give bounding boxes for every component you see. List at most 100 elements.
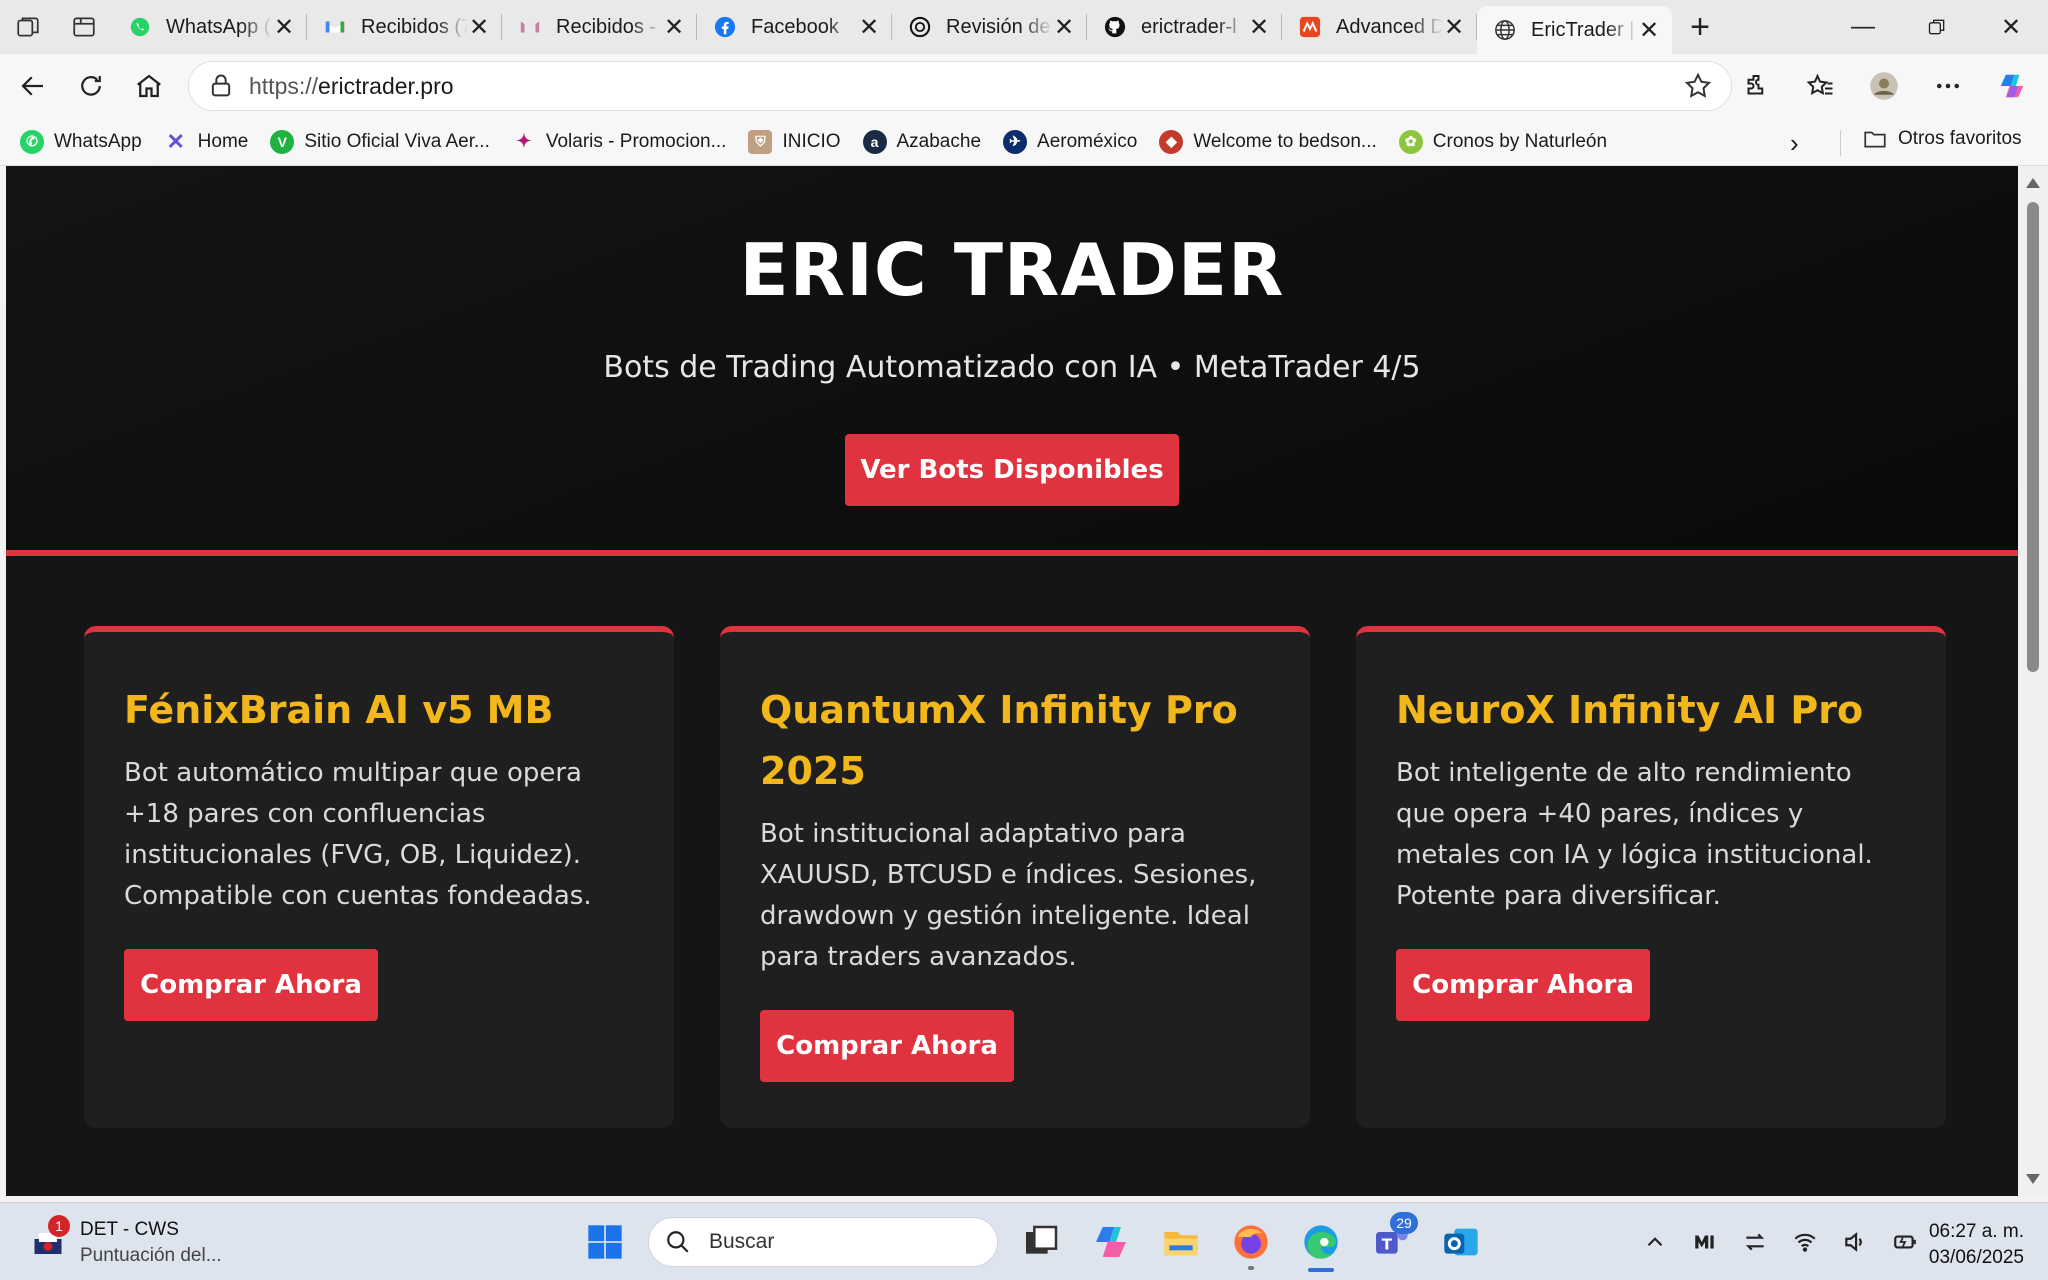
scrollbar-thumb[interactable]	[2027, 202, 2039, 672]
close-tab-icon[interactable]: ✕	[663, 14, 685, 41]
bookmarks-bar: ✆ WhatsApp ✕ Home V Sitio Oficial Viva Aer.…	[0, 118, 2048, 166]
battery-icon[interactable]	[1880, 1219, 1930, 1265]
teams-icon[interactable]: T 29	[1360, 1212, 1422, 1272]
close-window-icon[interactable]: ✕	[1974, 0, 2048, 54]
system-tray	[1630, 1219, 1930, 1265]
notification-title: DET - CWS	[80, 1219, 179, 1240]
copilot-app-icon[interactable]	[1080, 1212, 1142, 1272]
other-favorites-label: Otros favoritos	[1898, 128, 2022, 149]
minimize-icon[interactable]: —	[1826, 0, 1900, 54]
tab-advanced[interactable]: Advanced D ✕	[1282, 0, 1477, 54]
tab-title: Recibidos (7	[361, 15, 468, 38]
search-placeholder: Buscar	[709, 1230, 775, 1253]
tab-whatsapp[interactable]: WhatsApp ( ✕	[112, 0, 307, 54]
product-cards: FénixBrain AI v5 MB Bot automático multi…	[84, 626, 1946, 1128]
web-page: ERIC TRADER Bots de Trading Automatizado…	[6, 166, 2018, 1196]
windows-start-icon[interactable]	[574, 1212, 636, 1272]
bookmark-home[interactable]: ✕ Home	[164, 129, 249, 154]
site-subtitle: Bots de Trading Automatizado con IA • Me…	[603, 350, 1421, 385]
address-bar[interactable]: https://erictrader.pro	[188, 61, 1732, 111]
workspaces-icon[interactable]	[0, 0, 56, 54]
close-tab-icon[interactable]: ✕	[1443, 14, 1465, 41]
scroll-down-icon[interactable]	[2026, 1174, 2040, 1184]
profile-avatar[interactable]	[1852, 57, 1916, 115]
more-options-icon[interactable]	[1916, 57, 1980, 115]
tab-facebook[interactable]: Facebook ✕	[697, 0, 892, 54]
bookmark-label: Home	[197, 130, 249, 152]
chevron-up-icon[interactable]	[1630, 1219, 1680, 1265]
site-title: ERIC TRADER	[739, 228, 1285, 312]
url-host: erictrader.pro	[318, 72, 454, 99]
firefox-icon[interactable]	[1220, 1212, 1282, 1272]
view-bots-button[interactable]: Ver Bots Disponibles	[845, 434, 1179, 506]
restore-icon[interactable]	[1900, 0, 1974, 54]
buy-now-button[interactable]: Comprar Ahora	[1396, 949, 1650, 1021]
whatsapp-icon: ✆	[20, 129, 44, 154]
taskbar-search-input[interactable]: Buscar	[648, 1217, 998, 1267]
favorite-star-icon[interactable]	[1683, 71, 1713, 101]
close-tab-icon[interactable]: ✕	[468, 14, 490, 41]
bookmark-label: Welcome to bedson...	[1193, 130, 1377, 152]
sports-icon: 1	[30, 1215, 70, 1263]
tab-github[interactable]: erictrader-l ✕	[1087, 0, 1282, 54]
outlook-icon[interactable]	[1430, 1212, 1492, 1272]
tab-title: Revisión de	[946, 15, 1051, 38]
clock-time: 06:27 a. m.	[1928, 1221, 2024, 1242]
url-text[interactable]: https://erictrader.pro	[249, 73, 1683, 100]
window-controls: — ✕	[1826, 0, 2048, 54]
bookmark-whatsapp[interactable]: ✆ WhatsApp	[20, 129, 142, 154]
wifi-icon[interactable]	[1780, 1219, 1830, 1265]
close-tab-icon[interactable]: ✕	[273, 14, 295, 41]
url-protocol: https://	[249, 72, 319, 99]
buy-now-button[interactable]: Comprar Ahora	[760, 1010, 1014, 1082]
tab-title: EricTrader |	[1531, 18, 1635, 41]
product-title: QuantumX Infinity Pro 2025	[760, 688, 1238, 793]
tab-openai[interactable]: Revisión de ✕	[892, 0, 1087, 54]
product-title: NeuroX Infinity AI Pro	[1396, 688, 1864, 732]
chevron-right-icon[interactable]: ›	[1790, 128, 1799, 159]
svg-text:T: T	[1382, 1236, 1393, 1254]
folder-icon	[1864, 131, 1886, 148]
toolbar-right	[1724, 57, 2048, 115]
bookmark-cronos[interactable]: ✿ Cronos by Naturleón	[1398, 129, 1607, 154]
tab-erictrader[interactable]: EricTrader | ✕	[1477, 6, 1672, 54]
tab-gmail-2[interactable]: Recibidos - ✕	[502, 0, 697, 54]
file-explorer-icon[interactable]	[1150, 1212, 1212, 1272]
scroll-up-icon[interactable]	[2026, 178, 2040, 188]
refresh-icon[interactable]	[62, 57, 120, 115]
search-icon	[667, 1231, 689, 1253]
page-scrollbar[interactable]	[2018, 166, 2048, 1196]
system-clock[interactable]: 06:27 a. m. 03/06/2025	[1929, 1219, 2024, 1271]
favorites-icon[interactable]	[1788, 57, 1852, 115]
volume-icon[interactable]	[1830, 1219, 1880, 1265]
bookmark-volaris[interactable]: ✦ Volaris - Promocion...	[512, 130, 726, 154]
close-tab-icon[interactable]: ✕	[1248, 14, 1270, 41]
gmail-icon	[518, 15, 542, 39]
bookmark-inicio[interactable]: ⛨ INICIO	[748, 129, 841, 154]
bookmark-label: WhatsApp	[54, 130, 142, 152]
bookmark-bedson[interactable]: ◆ Welcome to bedson...	[1159, 129, 1377, 154]
buy-now-button[interactable]: Comprar Ahora	[124, 949, 378, 1021]
close-tab-icon[interactable]: ✕	[1053, 14, 1075, 41]
mail-tray-icon[interactable]	[1680, 1219, 1730, 1265]
edge-icon[interactable]	[1290, 1212, 1352, 1272]
close-tab-icon[interactable]: ✕	[858, 14, 880, 41]
tab-gmail-1[interactable]: Recibidos (7 ✕	[307, 0, 502, 54]
other-favorites-folder[interactable]: Otros favoritos	[1862, 126, 2022, 152]
globe-icon	[1493, 18, 1517, 42]
new-tab-button[interactable]: +	[1672, 0, 1728, 54]
bookmark-viva[interactable]: V Sitio Oficial Viva Aer...	[270, 129, 490, 154]
tab-actions-icon[interactable]	[56, 0, 112, 54]
copilot-icon[interactable]	[1980, 57, 2044, 115]
extensions-icon[interactable]	[1724, 57, 1788, 115]
back-icon[interactable]	[4, 57, 62, 115]
bookmark-azabache[interactable]: a Azabache	[862, 129, 981, 154]
lock-icon[interactable]	[207, 72, 235, 100]
close-tab-icon[interactable]: ✕	[1638, 17, 1660, 44]
bookmark-aeromexico[interactable]: ✈ Aeroméxico	[1003, 129, 1137, 154]
task-view-icon[interactable]	[1010, 1212, 1072, 1272]
home-icon[interactable]	[120, 57, 178, 115]
product-title: FénixBrain AI v5 MB	[124, 688, 554, 732]
notification-widget[interactable]: 1 DET - CWS Puntuación del...	[30, 1215, 222, 1267]
transfer-icon[interactable]	[1730, 1219, 1780, 1265]
